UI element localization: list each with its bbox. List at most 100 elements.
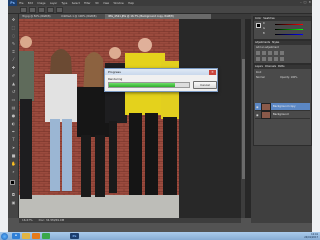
adjustments-panel-header: Adjustments Styles (254, 41, 311, 45)
visibility-eye-icon[interactable]: ◉ (256, 105, 259, 109)
stamp-tool-icon[interactable]: ▲ (10, 81, 17, 87)
brush-tool-icon[interactable]: ✐ (10, 73, 17, 79)
adjustments-panel: Adjustments Styles Add an adjustment (253, 40, 312, 64)
channel-green: G (263, 27, 310, 31)
menu-type[interactable]: Type (59, 2, 69, 5)
progress-dialog: Progress ✕ Rendering Cancel (104, 68, 218, 92)
red-slider[interactable] (275, 23, 303, 25)
option-button[interactable] (29, 6, 36, 13)
brightness-icon[interactable] (256, 51, 260, 55)
zoom-level[interactable]: 16.67% (22, 218, 33, 223)
document-size: Doc: 34.5M/69.0M (38, 218, 65, 222)
menu-image[interactable]: Image (35, 2, 48, 5)
layer-thumbnail (261, 102, 271, 111)
progress-bar-fill (109, 83, 175, 87)
menu-edit[interactable]: Edit (26, 2, 35, 5)
taskbar-photoshop-icon[interactable]: Ps (70, 233, 79, 239)
tab-color[interactable]: Color (255, 17, 261, 21)
option-button[interactable] (38, 6, 45, 13)
canvas-scrollbar[interactable] (241, 19, 245, 218)
history-brush-tool-icon[interactable]: ↺ (10, 89, 17, 95)
channel-red: R (263, 22, 310, 26)
crop-tool-icon[interactable]: ⌗ (10, 49, 17, 55)
dialog-title: Progress (105, 69, 217, 75)
layer-filter-kind[interactable]: Kind (256, 71, 261, 74)
blend-mode-select[interactable]: Normal (256, 76, 265, 79)
zoom-tool-icon[interactable]: ⌕ (10, 169, 17, 175)
taskbar-explorer-icon[interactable] (22, 233, 30, 239)
black-white-icon[interactable] (268, 57, 272, 61)
photo-filter-icon[interactable] (274, 57, 278, 61)
layer-name: Background copy (273, 105, 296, 108)
move-tool-icon[interactable]: ✥ (10, 17, 17, 23)
hand-tool-icon[interactable]: ✋ (10, 161, 17, 167)
menu-view[interactable]: View (101, 2, 112, 5)
dodge-tool-icon[interactable]: ◐ (10, 121, 17, 127)
minimize-button[interactable]: – (300, 0, 302, 4)
foreground-color-swatch[interactable] (10, 180, 15, 185)
menu-filter[interactable]: Filter (82, 2, 93, 5)
document-photo[interactable] (19, 19, 179, 218)
option-button[interactable] (56, 6, 63, 13)
blue-slider[interactable] (275, 33, 303, 35)
channel-mixer-icon[interactable] (280, 57, 284, 61)
curves-icon[interactable] (268, 51, 272, 55)
layers-panel: Layers Channels Paths Kind Normal Opacit… (253, 64, 312, 146)
tool-preset-button[interactable] (20, 6, 27, 13)
menu-file[interactable]: File (17, 2, 26, 5)
taskbar-clock[interactable]: 12:41 24/01/2017 (304, 233, 318, 240)
channel-blue: B (263, 32, 310, 36)
exposure-icon[interactable] (274, 51, 278, 55)
taskbar-media-icon[interactable] (32, 233, 40, 239)
marquee-tool-icon[interactable]: ⬚ (10, 25, 17, 31)
cancel-button[interactable]: Cancel (193, 81, 217, 89)
tab-swatches[interactable]: Swatches (263, 17, 274, 21)
option-button[interactable] (47, 6, 54, 13)
screen-mode-icon[interactable]: ▣ (10, 200, 17, 206)
tab-layers[interactable]: Layers (255, 65, 263, 69)
close-button[interactable]: ✕ (308, 0, 311, 4)
tab-adjustments[interactable]: Adjustments (255, 41, 270, 45)
pen-tool-icon[interactable]: ✒ (10, 129, 17, 135)
hue-saturation-icon[interactable] (256, 57, 260, 61)
scrollbar-thumb[interactable] (241, 59, 245, 179)
start-button-icon[interactable] (1, 232, 8, 240)
taskbar-ie-icon[interactable]: IE (12, 233, 20, 239)
dialog-close-button[interactable]: ✕ (209, 69, 216, 75)
taskbar-chrome-icon[interactable] (42, 233, 50, 239)
visibility-eye-icon[interactable]: ◉ (256, 113, 259, 117)
window-controls: – □ ✕ (300, 0, 311, 4)
right-panel-dock: Color Swatches R G B Adjustments Styles … (251, 14, 312, 223)
eyedropper-tool-icon[interactable]: ⁄ (10, 57, 17, 63)
layer-row-background[interactable]: ◉ Background (255, 110, 310, 119)
color-balance-icon[interactable] (262, 57, 266, 61)
path-select-tool-icon[interactable]: ➤ (10, 145, 17, 151)
eraser-tool-icon[interactable]: ▭ (10, 97, 17, 103)
quick-mask-icon[interactable]: ◘ (10, 192, 17, 198)
tab-paths[interactable]: Paths (278, 65, 285, 69)
menu-help[interactable]: Help (126, 2, 136, 5)
menu-3d[interactable]: 3D (93, 2, 101, 5)
lasso-tool-icon[interactable]: ◌ (10, 33, 17, 39)
levels-icon[interactable] (262, 51, 266, 55)
tab-styles[interactable]: Styles (272, 41, 279, 45)
gradient-tool-icon[interactable]: ▤ (10, 105, 17, 111)
shape-tool-icon[interactable]: ■ (10, 153, 17, 159)
type-tool-icon[interactable]: T (10, 137, 17, 143)
menu-window[interactable]: Window (111, 2, 126, 5)
menu-layer[interactable]: Layer (48, 2, 60, 5)
maximize-button[interactable]: □ (304, 0, 307, 4)
blur-tool-icon[interactable]: ● (10, 113, 17, 119)
vibrance-icon[interactable] (280, 51, 284, 55)
progress-message: Rendering (108, 77, 123, 81)
quick-select-tool-icon[interactable]: ✎ (10, 41, 17, 47)
panel-foreground-swatch[interactable] (256, 23, 261, 28)
opacity-field[interactable]: Opacity: 100% (280, 76, 297, 79)
layer-name: Background (273, 113, 289, 116)
menu-select[interactable]: Select (70, 2, 82, 5)
desktop-edge-right (312, 0, 320, 232)
green-slider[interactable] (275, 28, 303, 30)
status-bar: 16.67% Doc: 34.5M/69.0M (19, 218, 241, 223)
tab-channels[interactable]: Channels (265, 65, 276, 69)
healing-tool-icon[interactable]: ✚ (10, 65, 17, 71)
